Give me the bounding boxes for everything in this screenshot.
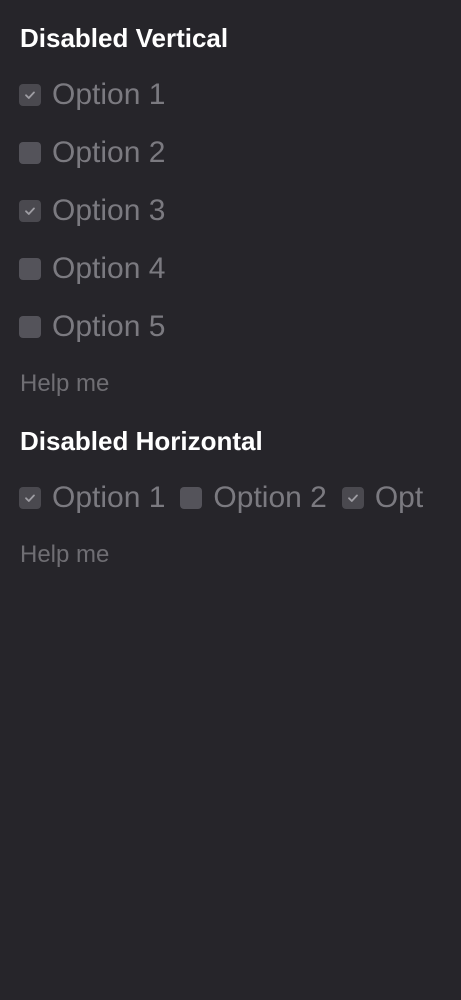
checkbox-label: Option 1 — [52, 483, 166, 513]
checkbox-label: Option 3 — [52, 194, 166, 227]
checkbox-option-3[interactable]: Option 3 — [19, 196, 165, 226]
help-text: Help me — [20, 370, 110, 397]
checkbox-checked[interactable] — [19, 200, 41, 222]
vertical-group-title: Disabled Vertical — [20, 23, 229, 53]
checkbox-option-4[interactable]: Option 4 — [19, 254, 165, 284]
checkmark-icon — [25, 207, 35, 215]
horizontal-checkbox-group: Option 1 Option 2 Opt — [19, 483, 461, 513]
checkbox-label: Option 2 — [52, 136, 166, 169]
checkbox-label: Option 2 — [213, 483, 327, 513]
checkbox-option-1[interactable]: Option 1 — [19, 80, 165, 110]
checkbox-option-5[interactable]: Option 5 — [19, 312, 165, 342]
checkbox-checked[interactable] — [341, 487, 364, 509]
checkbox-unchecked[interactable] — [19, 316, 41, 338]
checkbox-option-2[interactable]: Option 2 — [19, 138, 165, 168]
checkbox-unchecked[interactable] — [180, 487, 203, 509]
help-text: Help me — [20, 541, 110, 568]
checkbox-option-2[interactable]: Option 2 — [180, 483, 327, 513]
checkmark-icon — [347, 494, 358, 502]
checkbox-checked[interactable] — [19, 487, 41, 509]
checkbox-unchecked[interactable] — [19, 258, 41, 280]
checkbox-label: Option 1 — [52, 78, 166, 111]
checkbox-label: Option 4 — [52, 252, 166, 285]
checkbox-label: Opt — [374, 483, 424, 513]
checkbox-option-1[interactable]: Option 1 — [19, 483, 165, 513]
checkbox-label: Option 5 — [52, 310, 166, 343]
checkmark-icon — [25, 494, 35, 502]
checkbox-unchecked[interactable] — [19, 142, 41, 164]
checkbox-checked[interactable] — [19, 84, 41, 106]
checkbox-option-3[interactable]: Opt — [341, 483, 424, 513]
horizontal-group-title: Disabled Horizontal — [20, 426, 263, 456]
checkmark-icon — [25, 91, 35, 99]
vertical-checkbox-group: Option 1 Option 2 Option 3 Option 4 Opti… — [19, 80, 165, 342]
